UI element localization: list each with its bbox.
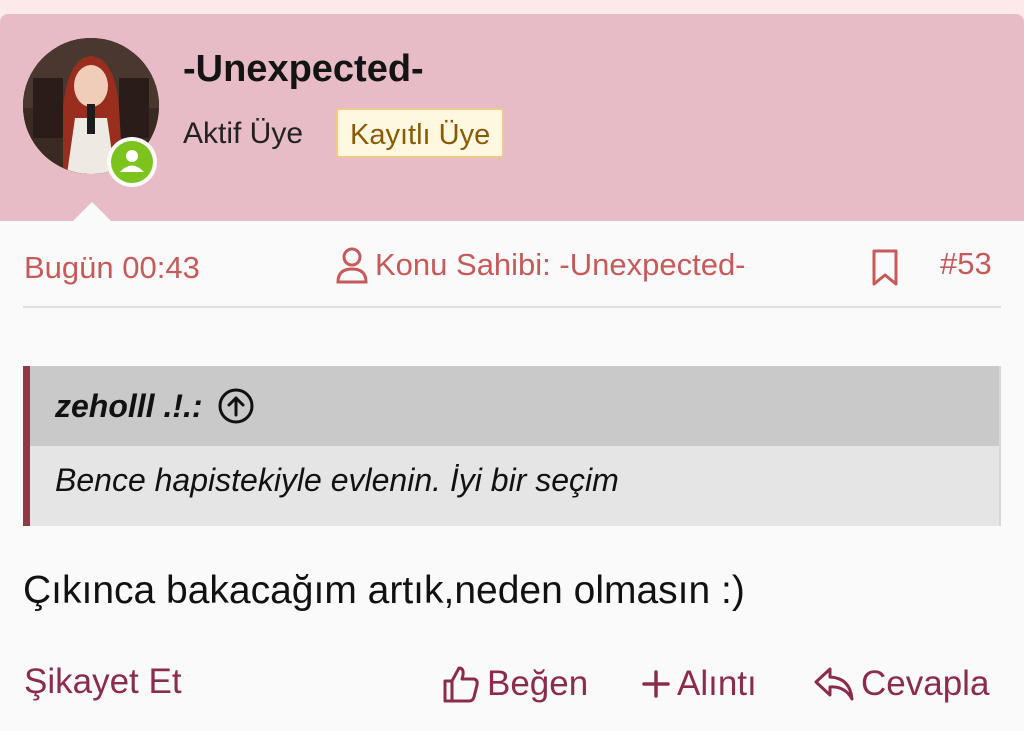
plus-icon	[642, 670, 670, 698]
arrow-up-circle-icon[interactable]	[217, 387, 255, 425]
user-title: Aktif Üye	[183, 117, 304, 150]
quote-block: zeholll .!.: Bence hapistekiyle evlenin.…	[23, 366, 1001, 526]
quote-label: Alıntı	[677, 664, 757, 703]
thread-owner: Konu Sahibi: -Unexpected-	[335, 246, 746, 284]
bookmark-icon[interactable]	[869, 248, 901, 296]
user-icon	[336, 247, 368, 284]
post-date[interactable]: Bugün 00:43	[24, 250, 200, 286]
post-card: -Unexpected- Aktif Üye Kayıtlı Üye Bugün…	[0, 14, 1024, 731]
header-notch	[72, 202, 112, 222]
quote-text: Bence hapistekiyle evlenin. İyi bir seçi…	[55, 462, 619, 498]
post-meta: Bugün 00:43 Konu Sahibi: -Unexpected- #5…	[0, 244, 1024, 292]
quote-author[interactable]: zeholll .!.:	[55, 388, 203, 425]
thread-owner-label: Konu Sahibi: -Unexpected-	[375, 247, 746, 282]
username[interactable]: -Unexpected-	[183, 48, 424, 91]
quote-button[interactable]: Alıntı	[641, 664, 757, 704]
post-header: -Unexpected- Aktif Üye Kayıtlı Üye	[0, 14, 1024, 221]
like-label: Beğen	[487, 664, 589, 703]
report-label: Şikayet Et	[24, 662, 182, 701]
online-status-icon	[107, 137, 157, 187]
reply-label: Cevapla	[861, 664, 990, 703]
like-button[interactable]: Beğen	[441, 664, 588, 704]
thumbs-up-icon	[443, 666, 479, 703]
quote-header: zeholll .!.:	[30, 366, 999, 446]
post-number[interactable]: #53	[940, 246, 992, 282]
reply-icon	[814, 667, 854, 701]
report-button[interactable]: Şikayet Et	[24, 662, 182, 702]
reply-button[interactable]: Cevapla	[813, 664, 989, 704]
divider	[23, 306, 1001, 308]
post-body: Çıkınca bakacağım artık,neden olmasın :)	[23, 569, 745, 612]
role-badge: Kayıtlı Üye	[336, 108, 505, 158]
